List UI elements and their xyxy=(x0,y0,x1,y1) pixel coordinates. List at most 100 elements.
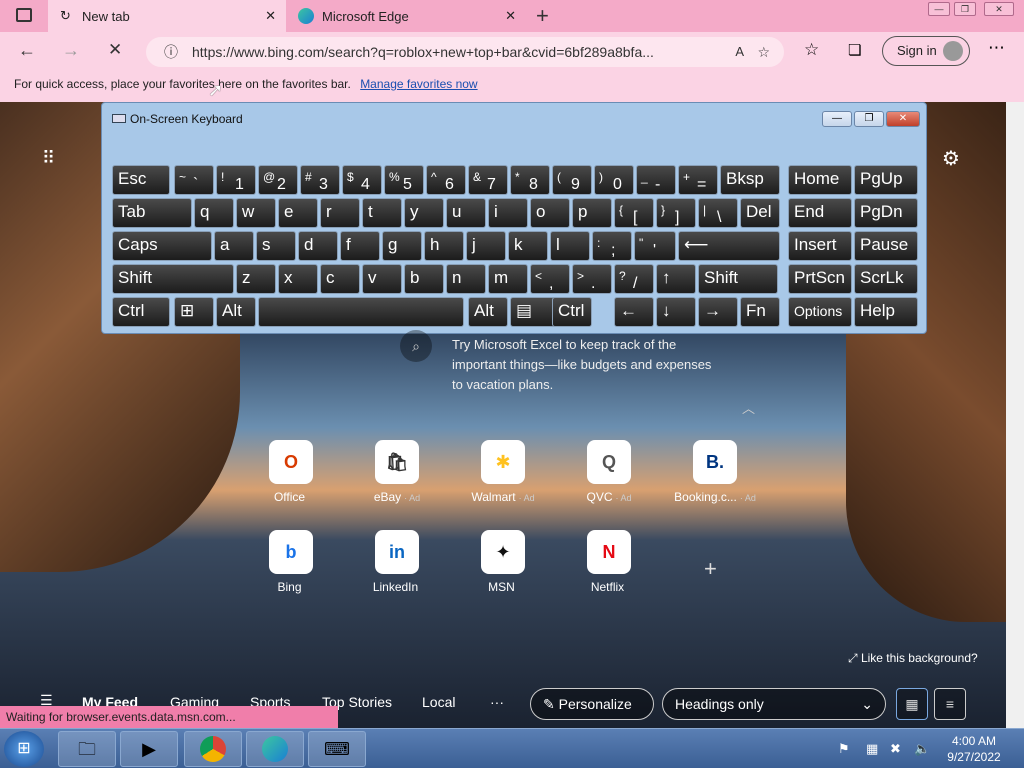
key-end[interactable]: End xyxy=(788,198,852,228)
key-n[interactable]: n xyxy=(446,264,486,294)
key-i[interactable]: i xyxy=(488,198,528,228)
new-tab-icon[interactable]: + xyxy=(536,3,549,29)
key-z[interactable]: z xyxy=(236,264,276,294)
osk-close-button[interactable]: ✕ xyxy=(886,111,920,127)
key-key0-12[interactable]: _ - xyxy=(636,165,676,195)
key-key4-9[interactable]: → xyxy=(698,297,738,327)
key-key3-8[interactable]: <, xyxy=(530,264,570,294)
sign-in-button[interactable]: Sign in xyxy=(882,36,970,66)
key-l[interactable]: l xyxy=(550,231,590,261)
key-1[interactable]: ! 1 xyxy=(216,165,256,195)
url-input[interactable]: ⓘ https://www.bing.com/search?q=roblox+n… xyxy=(146,37,784,67)
stop-icon[interactable]: ✕ xyxy=(108,40,122,60)
apps-grid-icon[interactable]: ⠿ xyxy=(42,148,56,169)
key-pause[interactable]: Pause xyxy=(854,231,918,261)
search-icon[interactable]: ⌕ xyxy=(400,330,432,362)
key-key2-10[interactable]: :; xyxy=(592,231,632,261)
key-x[interactable]: x xyxy=(278,264,318,294)
key-v[interactable]: v xyxy=(362,264,402,294)
quick-link-qvc[interactable]: Q QVC · Ad xyxy=(559,440,659,504)
personalize-button[interactable]: ✎ Personalize xyxy=(530,688,654,720)
taskbar-explorer-icon[interactable]: 🗀 xyxy=(58,731,116,767)
minimize-button[interactable]: — xyxy=(928,2,950,16)
tab-close-icon[interactable]: ✕ xyxy=(505,8,516,24)
key-space[interactable] xyxy=(258,297,464,327)
key-p[interactable]: p xyxy=(572,198,612,228)
key-shift[interactable]: Shift xyxy=(698,264,778,294)
key-pgdn[interactable]: PgDn xyxy=(854,198,918,228)
key-ctrl[interactable]: Ctrl xyxy=(552,297,592,327)
tab-actions-icon[interactable] xyxy=(16,8,32,22)
settings-gear-icon[interactable]: ⚙ xyxy=(942,146,960,171)
key-home[interactable]: Home xyxy=(788,165,852,195)
clock[interactable]: 4:00 AM 9/27/2022 xyxy=(944,733,1004,765)
key-w[interactable]: w xyxy=(236,198,276,228)
osk-minimize-button[interactable]: — xyxy=(822,111,852,127)
key-7[interactable]: & 7 xyxy=(468,165,508,195)
key-d[interactable]: d xyxy=(298,231,338,261)
key-s[interactable]: s xyxy=(256,231,296,261)
key-key3-10[interactable]: ? / xyxy=(614,264,654,294)
key-key2-11[interactable]: " ' xyxy=(634,231,676,261)
key-key4-8[interactable]: ↓ xyxy=(656,297,696,327)
add-site-icon[interactable]: + xyxy=(704,556,717,582)
key-a[interactable]: a xyxy=(214,231,254,261)
key-key3-9[interactable]: >. xyxy=(572,264,612,294)
key-tab[interactable]: Tab xyxy=(112,198,192,228)
chevron-up-icon[interactable]: ︿ xyxy=(742,398,755,417)
tray-flag-icon[interactable]: ⚑ xyxy=(838,741,850,757)
key-key2-12[interactable]: ⟵ xyxy=(678,231,780,261)
key-pgup[interactable]: PgUp xyxy=(854,165,918,195)
key-key3-11[interactable]: ↑ xyxy=(656,264,696,294)
key-key0-1[interactable]: ~ ` xyxy=(174,165,214,195)
back-icon[interactable]: ← xyxy=(18,40,36,61)
headings-select[interactable]: Headings only ⌄ xyxy=(662,688,886,720)
key-key1-11[interactable]: {[ xyxy=(614,198,654,228)
key-key0-13[interactable]: + = xyxy=(678,165,718,195)
key-y[interactable]: y xyxy=(404,198,444,228)
key-ctrl[interactable]: Ctrl xyxy=(112,297,170,327)
key-9[interactable]: (9 xyxy=(552,165,592,195)
key-bksp[interactable]: Bksp xyxy=(720,165,780,195)
grid-view-icon[interactable]: ▦ xyxy=(896,688,928,720)
feed-local[interactable]: Local xyxy=(422,694,455,710)
key-shift[interactable]: Shift xyxy=(112,264,234,294)
key-prtscn[interactable]: PrtScn xyxy=(788,264,852,294)
taskbar-media-icon[interactable]: ▶ xyxy=(120,731,178,767)
quick-link-ebay[interactable]: 🛍 eBay · Ad xyxy=(347,440,447,504)
key-esc[interactable]: Esc xyxy=(112,165,170,195)
key-5[interactable]: % 5 xyxy=(384,165,424,195)
key-u[interactable]: u xyxy=(446,198,486,228)
key-alt[interactable]: Alt xyxy=(216,297,256,327)
start-button[interactable]: ⊞ xyxy=(4,731,44,767)
key-c[interactable]: c xyxy=(320,264,360,294)
key-b[interactable]: b xyxy=(404,264,444,294)
taskbar-osk-icon[interactable]: ⌨ xyxy=(308,731,366,767)
quick-link-walmart[interactable]: ✱ Walmart · Ad xyxy=(453,440,553,504)
key-j[interactable]: j xyxy=(466,231,506,261)
key-scrlk[interactable]: ScrLk xyxy=(854,264,918,294)
taskbar-chrome-icon[interactable] xyxy=(184,731,242,767)
key-k[interactable]: k xyxy=(508,231,548,261)
key-h[interactable]: h xyxy=(424,231,464,261)
quick-link-msn[interactable]: ✦ MSN xyxy=(453,530,553,594)
tab-microsoft-edge[interactable]: Microsoft Edge ✕ xyxy=(288,0,526,32)
key-8[interactable]: * 8 xyxy=(510,165,550,195)
key-2[interactable]: @2 xyxy=(258,165,298,195)
key-help[interactable]: Help xyxy=(854,297,918,327)
key-f[interactable]: f xyxy=(340,231,380,261)
key-q[interactable]: q xyxy=(194,198,234,228)
close-button[interactable]: ✕ xyxy=(984,2,1014,16)
key-t[interactable]: t xyxy=(362,198,402,228)
forward-icon[interactable]: → xyxy=(62,40,80,61)
manage-favorites-link[interactable]: Manage favorites now xyxy=(360,77,477,91)
key-key4-7[interactable]: ← xyxy=(614,297,654,327)
key-4[interactable]: $4 xyxy=(342,165,382,195)
feed-more[interactable]: ··· xyxy=(490,694,504,710)
key-r[interactable]: r xyxy=(320,198,360,228)
osk-restore-button[interactable]: ❐ xyxy=(854,111,884,127)
key-e[interactable]: e xyxy=(278,198,318,228)
taskbar-edge-icon[interactable] xyxy=(246,731,304,767)
tab-close-icon[interactable]: ✕ xyxy=(265,8,276,24)
quick-link-linkedin[interactable]: in LinkedIn xyxy=(347,530,447,594)
